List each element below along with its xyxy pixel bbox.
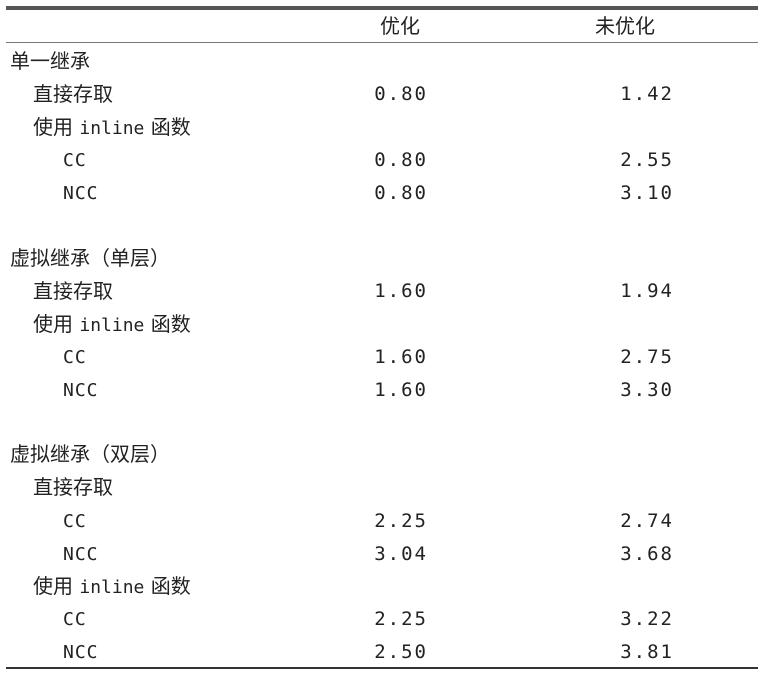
table-row: 直接存取 — [0, 471, 771, 504]
unoptimized-value: 3.10 — [620, 182, 674, 204]
row-label-code: inline — [79, 315, 145, 336]
row-label-prefix: 使用 — [33, 312, 80, 336]
column-header-unoptimized: 未优化 — [595, 14, 655, 38]
row-label: CC — [63, 150, 87, 171]
optimized-value: 1.60 — [374, 379, 428, 401]
optimized-value: 3.04 — [374, 543, 428, 565]
table-row: CC 0.80 2.55 — [0, 144, 771, 177]
row-label: NCC — [63, 380, 99, 401]
row-label-suffix: 函数 — [144, 574, 191, 598]
optimized-value: 0.80 — [374, 83, 428, 105]
row-label: 直接存取 — [33, 279, 113, 303]
row-label: NCC — [63, 544, 99, 565]
optimized-value: 0.80 — [374, 182, 428, 204]
optimized-value: 1.60 — [374, 280, 428, 302]
row-label-code: inline — [79, 577, 145, 598]
unoptimized-value: 1.94 — [620, 280, 674, 302]
table-row: 使用 inline 函数 — [0, 308, 771, 341]
optimized-value: 2.25 — [374, 510, 428, 532]
table-row: 直接存取 0.80 1.42 — [0, 78, 771, 111]
table-row: CC 2.25 3.22 — [0, 603, 771, 636]
table-row: NCC 1.60 3.30 — [0, 374, 771, 407]
row-label: NCC — [63, 183, 99, 204]
table-row: NCC 0.80 3.10 — [0, 177, 771, 210]
table-row: CC 1.60 2.75 — [0, 341, 771, 374]
table-top-rule — [6, 6, 758, 10]
unoptimized-value: 3.30 — [620, 379, 674, 401]
unoptimized-value: 3.81 — [620, 641, 674, 663]
row-label: 直接存取 — [33, 475, 113, 499]
section-title-row: 单一继承 — [0, 45, 771, 78]
unoptimized-value: 2.55 — [620, 149, 674, 171]
row-label-prefix: 使用 — [33, 574, 80, 598]
unoptimized-value: 2.75 — [620, 346, 674, 368]
unoptimized-value: 3.22 — [620, 608, 674, 630]
comparison-table: 优化 未优化 单一继承 直接存取 0.80 1.42 使用 inline 函数 … — [0, 0, 771, 674]
optimized-value: 0.80 — [374, 149, 428, 171]
row-label: 使用 inline 函数 — [33, 308, 191, 342]
header-rule — [6, 42, 758, 43]
section-title-row: 虚拟继承（单层） — [0, 242, 771, 275]
section-title-row: 虚拟继承（双层） — [0, 438, 771, 471]
unoptimized-value: 1.42 — [620, 83, 674, 105]
row-label: 使用 inline 函数 — [33, 570, 191, 604]
row-label-suffix: 函数 — [144, 115, 191, 139]
row-label-prefix: 使用 — [33, 115, 80, 139]
row-label: CC — [63, 511, 87, 532]
table-row: NCC 3.04 3.68 — [0, 538, 771, 571]
section-title: 单一继承 — [10, 49, 90, 73]
optimized-value: 2.25 — [374, 608, 428, 630]
row-label: 直接存取 — [33, 82, 113, 106]
row-label: CC — [63, 347, 87, 368]
section-title: 虚拟继承（单层） — [10, 246, 170, 270]
table-row: 使用 inline 函数 — [0, 111, 771, 144]
unoptimized-value: 2.74 — [620, 510, 674, 532]
unoptimized-value: 3.68 — [620, 543, 674, 565]
table-bottom-rule — [6, 667, 758, 669]
table-row: 使用 inline 函数 — [0, 570, 771, 603]
row-label-suffix: 函数 — [144, 312, 191, 336]
optimized-value: 2.50 — [374, 641, 428, 663]
row-label: NCC — [63, 642, 99, 663]
section-title: 虚拟继承（双层） — [10, 442, 170, 466]
table-row: NCC 2.50 3.81 — [0, 636, 771, 669]
table-row: CC 2.25 2.74 — [0, 505, 771, 538]
column-header-optimized: 优化 — [380, 14, 420, 38]
optimized-value: 1.60 — [374, 346, 428, 368]
row-label: 使用 inline 函数 — [33, 111, 191, 145]
table-row: 直接存取 1.60 1.94 — [0, 275, 771, 308]
row-label: CC — [63, 609, 87, 630]
row-label-code: inline — [79, 118, 145, 139]
